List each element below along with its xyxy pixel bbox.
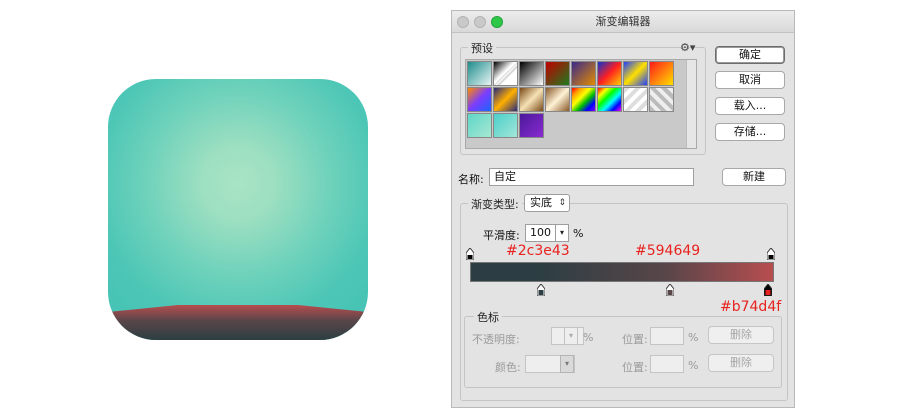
preset-swatch[interactable]	[493, 113, 518, 138]
ok-button[interactable]: 确定	[715, 46, 785, 64]
preset-swatch[interactable]	[545, 87, 570, 112]
preset-swatch[interactable]	[623, 61, 648, 86]
name-input[interactable]: 自定	[489, 168, 694, 186]
preset-swatch[interactable]	[597, 87, 622, 112]
preset-swatch[interactable]	[519, 87, 544, 112]
minimize-window-icon[interactable]	[474, 16, 486, 28]
opacity-dropdown[interactable]: ▾	[564, 327, 578, 345]
save-button[interactable]: 存储...	[715, 123, 785, 141]
name-label: 名称:	[458, 173, 484, 186]
color-stop-middle[interactable]	[666, 284, 674, 296]
opacity-location-unit: %	[688, 331, 699, 344]
preset-swatch[interactable]	[623, 87, 648, 112]
ground-shape	[108, 305, 368, 340]
dialog-title: 渐变编辑器	[595, 15, 651, 28]
gear-icon[interactable]: ⚙▾	[680, 41, 695, 54]
preset-swatch[interactable]	[467, 61, 492, 86]
preset-swatch[interactable]	[545, 61, 570, 86]
opacity-stop-right[interactable]	[767, 248, 775, 260]
color-stop-right[interactable]	[764, 284, 772, 296]
preset-swatch[interactable]	[649, 87, 674, 112]
preset-scrollbar[interactable]	[686, 60, 696, 148]
chevron-down-icon: ▾	[568, 331, 573, 340]
gradient-type-label: 渐变类型:	[468, 196, 522, 212]
annotation-stop-right: #b74d4f	[720, 299, 782, 315]
preset-swatch-grid	[465, 59, 697, 149]
load-button[interactable]: 载入...	[715, 97, 785, 115]
annotation-stop-left: #2c3e43	[506, 243, 570, 259]
opacity-location-input[interactable]	[650, 327, 684, 345]
chevron-down-icon: ▾	[559, 228, 564, 237]
annotation-stop-middle: #594649	[635, 243, 701, 259]
color-location-unit: %	[688, 359, 699, 372]
gradient-type-select[interactable]: 实底 ⇕	[524, 194, 570, 212]
chevron-down-icon: ▾	[564, 359, 569, 368]
color-label: 颜色:	[495, 361, 521, 374]
preset-swatch[interactable]	[467, 87, 492, 112]
opacity-stop-left[interactable]	[466, 248, 474, 260]
close-window-icon[interactable]	[457, 16, 469, 28]
opacity-unit: %	[583, 331, 594, 344]
gradient-type-value: 实底	[530, 196, 552, 209]
cancel-button[interactable]: 取消	[715, 71, 785, 89]
preset-swatch[interactable]	[467, 113, 492, 138]
presets-label: 预设	[468, 40, 496, 56]
opacity-delete-button[interactable]: 删除	[708, 326, 774, 344]
new-button[interactable]: 新建	[722, 168, 786, 186]
preset-swatch[interactable]	[649, 61, 674, 86]
smoothness-label: 平滑度:	[483, 229, 520, 242]
preset-swatch[interactable]	[493, 87, 518, 112]
color-delete-button[interactable]: 删除	[708, 354, 774, 372]
preset-swatch[interactable]	[519, 113, 544, 138]
gradient-preview-bar[interactable]	[470, 262, 774, 282]
color-location-input[interactable]	[650, 355, 684, 373]
preset-swatch[interactable]	[493, 61, 518, 86]
color-location-label: 位置:	[622, 361, 648, 374]
app-icon-preview	[108, 79, 368, 340]
color-dropdown[interactable]: ▾	[560, 355, 574, 373]
smoothness-unit: %	[573, 227, 584, 240]
zoom-window-icon[interactable]	[491, 16, 503, 28]
smoothness-dropdown[interactable]: ▾	[555, 224, 569, 242]
preset-swatch[interactable]	[519, 61, 544, 86]
opacity-location-label: 位置:	[622, 333, 648, 346]
dialog-titlebar: 渐变编辑器	[452, 11, 794, 33]
select-arrows-icon: ⇕	[558, 198, 566, 208]
color-stop-left[interactable]	[537, 284, 545, 296]
preset-swatch[interactable]	[597, 61, 622, 86]
smoothness-input[interactable]: 100	[525, 224, 556, 242]
preset-swatch[interactable]	[571, 87, 596, 112]
stops-label: 色标	[474, 309, 502, 325]
gradient-editor-dialog: 渐变编辑器 预设 ⚙▾ 确定 取消 载入... 存储... 名称: 自定 新建	[451, 10, 795, 408]
opacity-label: 不透明度:	[472, 333, 520, 346]
preset-swatch[interactable]	[571, 61, 596, 86]
